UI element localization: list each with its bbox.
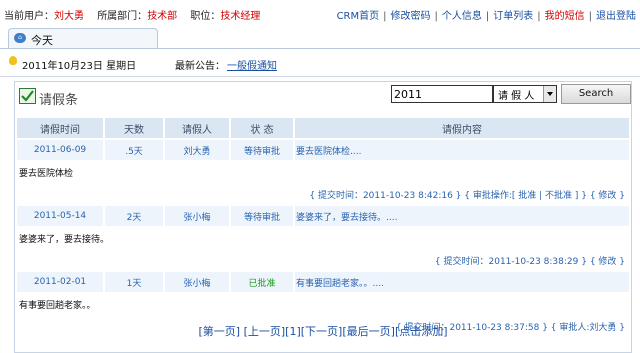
col-header-person: 请假人	[165, 118, 229, 138]
dept-name: 技术部	[147, 11, 178, 22]
row-meta: { 提交时间：2011-10-23 8:42:16 } { 审批操作:[ 批准 …	[17, 184, 629, 204]
table-row[interactable]: 2011-02-01 1天 张小梅 已批准 有事要回趟老家。。....	[17, 272, 629, 292]
cell-person: 张小梅	[165, 272, 229, 292]
panel-title: 请假条	[39, 93, 79, 108]
position-label: 职位：	[190, 11, 221, 22]
cell-status: 等待审批	[231, 206, 293, 226]
user-label: 当前用户：	[4, 11, 54, 22]
checkmark-icon	[19, 88, 36, 104]
cell-content: 婆婆来了，要去接待。....	[295, 206, 629, 226]
info-bar: 2011年10月23日 星期日 最新公告： 一般假通知	[0, 49, 640, 77]
tab-strip: ⌂ 今天	[0, 26, 640, 49]
top-links: CRM首页 | 修改密码 | 个人信息 | 订单列表 | 我的短信 | 退出登陆	[337, 7, 636, 22]
detail-text: 婆婆来了，要去接待。	[17, 228, 629, 248]
cell-person: 张小梅	[165, 206, 229, 226]
cell-days: 2天	[105, 206, 163, 226]
search-input[interactable]	[391, 85, 493, 103]
pagination: [第一页] [上一页][1][下一页][最后一页][点击添加]	[15, 323, 631, 339]
cell-content: 有事要回趟老家。。....	[295, 272, 629, 292]
separator: |	[434, 11, 438, 22]
link-order-list[interactable]: 订单列表	[493, 11, 533, 22]
col-header-content: 请假内容	[295, 118, 629, 138]
table-header-row: 请假时间 天数 请假人 状 态 请假内容	[17, 118, 629, 138]
link-my-messages[interactable]: 我的短信	[545, 11, 585, 22]
position-name: 技术经理	[220, 11, 261, 22]
current-date: 2011年10月23日 星期日	[22, 61, 137, 72]
separator: |	[588, 11, 592, 22]
meta-actions[interactable]: { 提交时间：2011-10-23 8:42:16 } { 审批操作:[ 批准 …	[17, 184, 629, 204]
separator: |	[383, 11, 387, 22]
notice-label: 最新公告：	[175, 61, 225, 72]
pager-first[interactable]: [第一页]	[198, 325, 240, 338]
search-select-value: 请 假 人	[498, 91, 535, 102]
cell-days: .5天	[105, 140, 163, 160]
pager-last[interactable]: [最后一页]	[342, 325, 395, 338]
link-logout[interactable]: 退出登陆	[596, 11, 636, 22]
pager-next[interactable]: [下一页]	[301, 325, 343, 338]
user-info: 当前用户：刘大勇 所属部门：技术部 职位：技术经理	[4, 7, 260, 22]
dept-label: 所属部门：	[97, 11, 148, 22]
col-header-status: 状 态	[231, 118, 293, 138]
cell-date: 2011-02-01	[17, 272, 103, 292]
lightbulb-icon	[9, 56, 17, 65]
col-header-days: 天数	[105, 118, 163, 138]
separator: |	[537, 11, 541, 22]
cell-status: 已批准	[231, 272, 293, 292]
row-meta: { 提交时间：2011-10-23 8:38:29 } { 修改 }	[17, 250, 629, 270]
cell-content: 要去医院体检....	[295, 140, 629, 160]
add-button[interactable]: [点击添加]	[395, 325, 448, 338]
cell-person: 刘大勇	[165, 140, 229, 160]
table-row[interactable]: 2011-05-14 2天 张小梅 等待审批 婆婆来了，要去接待。....	[17, 206, 629, 226]
home-icon: ⌂	[14, 33, 26, 43]
link-personal-info[interactable]: 个人信息	[442, 11, 482, 22]
tab-today[interactable]: ⌂ 今天	[8, 28, 158, 48]
cell-days: 1天	[105, 272, 163, 292]
pager-prev[interactable]: [上一页]	[244, 325, 286, 338]
user-name: 刘大勇	[54, 11, 84, 22]
search-field-select[interactable]: 请 假 人	[493, 85, 557, 103]
leave-panel: 请假条 请 假 人 Search 请假时间 天数 请假人 状 态 请假内容 20…	[14, 81, 632, 353]
cell-status: 等待审批	[231, 140, 293, 160]
cell-date: 2011-05-14	[17, 206, 103, 226]
chevron-down-icon	[543, 86, 556, 102]
top-bar: 当前用户：刘大勇 所属部门：技术部 职位：技术经理 CRM首页 | 修改密码 | 个人信…	[0, 0, 640, 26]
link-change-password[interactable]: 修改密码	[391, 11, 431, 22]
table-row[interactable]: 2011-06-09 .5天 刘大勇 等待审批 要去医院体检....	[17, 140, 629, 160]
cell-date: 2011-06-09	[17, 140, 103, 160]
row-detail: 要去医院体检	[17, 162, 629, 182]
notice-link[interactable]: 一般假通知	[227, 57, 277, 72]
search-button[interactable]: Search	[561, 84, 631, 104]
tab-today-label: 今天	[31, 34, 53, 47]
link-crm-home[interactable]: CRM首页	[337, 11, 380, 22]
detail-text: 要去医院体检	[17, 162, 629, 182]
row-detail: 有事要回趟老家。。	[17, 294, 629, 314]
col-header-date: 请假时间	[17, 118, 103, 138]
panel-header: 请假条 请 假 人 Search	[15, 82, 631, 113]
leave-table: 请假时间 天数 请假人 状 态 请假内容 2011-06-09 .5天 刘大勇 …	[15, 116, 631, 338]
row-detail: 婆婆来了，要去接待。	[17, 228, 629, 248]
pager-current[interactable]: [1]	[285, 325, 301, 338]
separator: |	[485, 11, 490, 22]
meta-actions[interactable]: { 提交时间：2011-10-23 8:38:29 } { 修改 }	[17, 250, 629, 270]
detail-text: 有事要回趟老家。。	[17, 294, 629, 314]
